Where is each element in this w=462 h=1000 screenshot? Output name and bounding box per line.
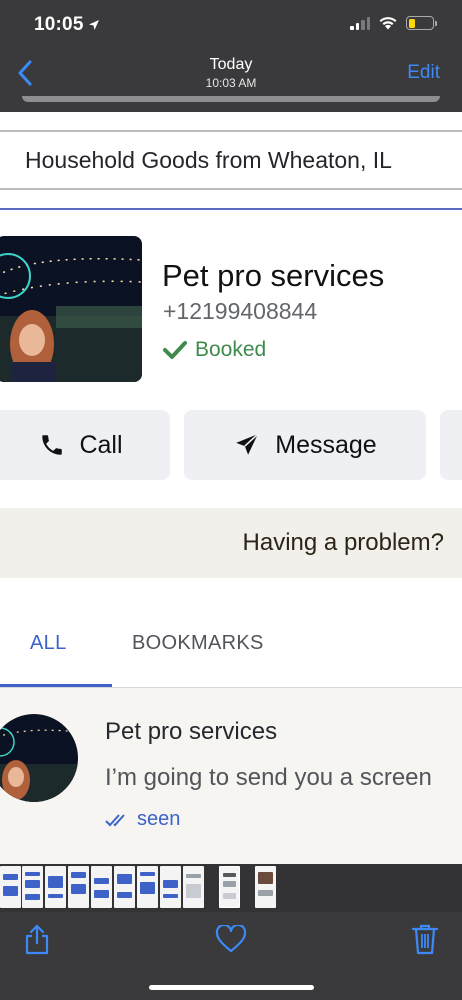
thumbnail[interactable] <box>137 866 158 908</box>
battery-icon <box>406 16 437 30</box>
message-sender[interactable]: Pet pro services <box>105 718 277 746</box>
booking-status: Booked <box>163 338 266 362</box>
screenshot-edge <box>22 96 440 102</box>
phone-icon <box>42 435 63 455</box>
call-button[interactable]: Call <box>0 410 170 480</box>
nav-title: Today 10:03 AM <box>0 56 462 90</box>
thumbnail[interactable] <box>68 866 89 908</box>
status-time-text: 10:05 <box>34 14 84 35</box>
share-button[interactable] <box>20 922 54 956</box>
trash-icon <box>411 924 439 955</box>
more-actions-button[interactable] <box>440 410 462 480</box>
tab-all[interactable]: ALL <box>30 632 67 655</box>
signal-icon <box>350 16 370 30</box>
message-button[interactable]: Message <box>184 410 426 480</box>
heart-icon <box>215 925 247 953</box>
thumbnail[interactable] <box>0 866 21 908</box>
provider-name: Pet pro services <box>162 258 385 293</box>
provider-phone[interactable]: +12199408844 <box>163 298 317 325</box>
thumbnail[interactable] <box>183 866 204 908</box>
nav-day: Today <box>209 56 253 73</box>
message-preview[interactable]: I’m going to send you a screen <box>105 764 432 792</box>
divider <box>0 208 462 210</box>
battery-level <box>408 18 416 28</box>
nav-time: 10:03 AM <box>205 76 257 90</box>
screenshot-content: Household Goods from Wheaton, IL Pet pro… <box>0 112 462 864</box>
thumbnail[interactable] <box>255 866 276 908</box>
status-time: 10:05 <box>34 14 100 36</box>
double-check-icon <box>105 813 125 826</box>
route-header: Household Goods from Wheaton, IL <box>0 130 462 190</box>
call-label: Call <box>79 430 123 459</box>
status-indicators <box>350 16 437 30</box>
thumbnail[interactable] <box>45 866 66 908</box>
edit-button[interactable]: Edit <box>407 62 440 84</box>
message-list: Pet pro services I’m going to send you a… <box>0 688 462 864</box>
booked-label: Booked <box>195 338 267 361</box>
problem-banner[interactable]: Having a problem? <box>0 508 462 578</box>
provider-photo <box>0 236 142 382</box>
share-icon <box>25 924 49 955</box>
thumbnail[interactable] <box>114 866 135 908</box>
favorite-button[interactable] <box>214 922 248 956</box>
message-label: Message <box>275 430 377 459</box>
thumbnail[interactable] <box>22 866 43 908</box>
home-indicator <box>149 985 314 990</box>
thumbnail-selected[interactable] <box>219 866 240 908</box>
thumbnail-strip <box>0 864 462 912</box>
route-title: Household Goods from Wheaton, IL <box>25 146 392 173</box>
checkmark-icon <box>163 341 187 359</box>
location-arrow-icon <box>88 20 99 30</box>
seen-label: seen <box>137 808 181 830</box>
problem-label: Having a problem? <box>242 529 444 556</box>
seen-status: seen <box>105 808 180 831</box>
send-icon <box>236 433 259 455</box>
avatar <box>0 714 78 802</box>
tab-bookmarks[interactable]: BOOKMARKS <box>132 632 264 655</box>
delete-button[interactable] <box>408 922 442 956</box>
thumbnail[interactable] <box>91 866 112 908</box>
top-bar: 10:05 Today 10:03 AM Edit <box>0 0 462 112</box>
thumbnail[interactable] <box>160 866 181 908</box>
wifi-icon <box>379 17 397 30</box>
